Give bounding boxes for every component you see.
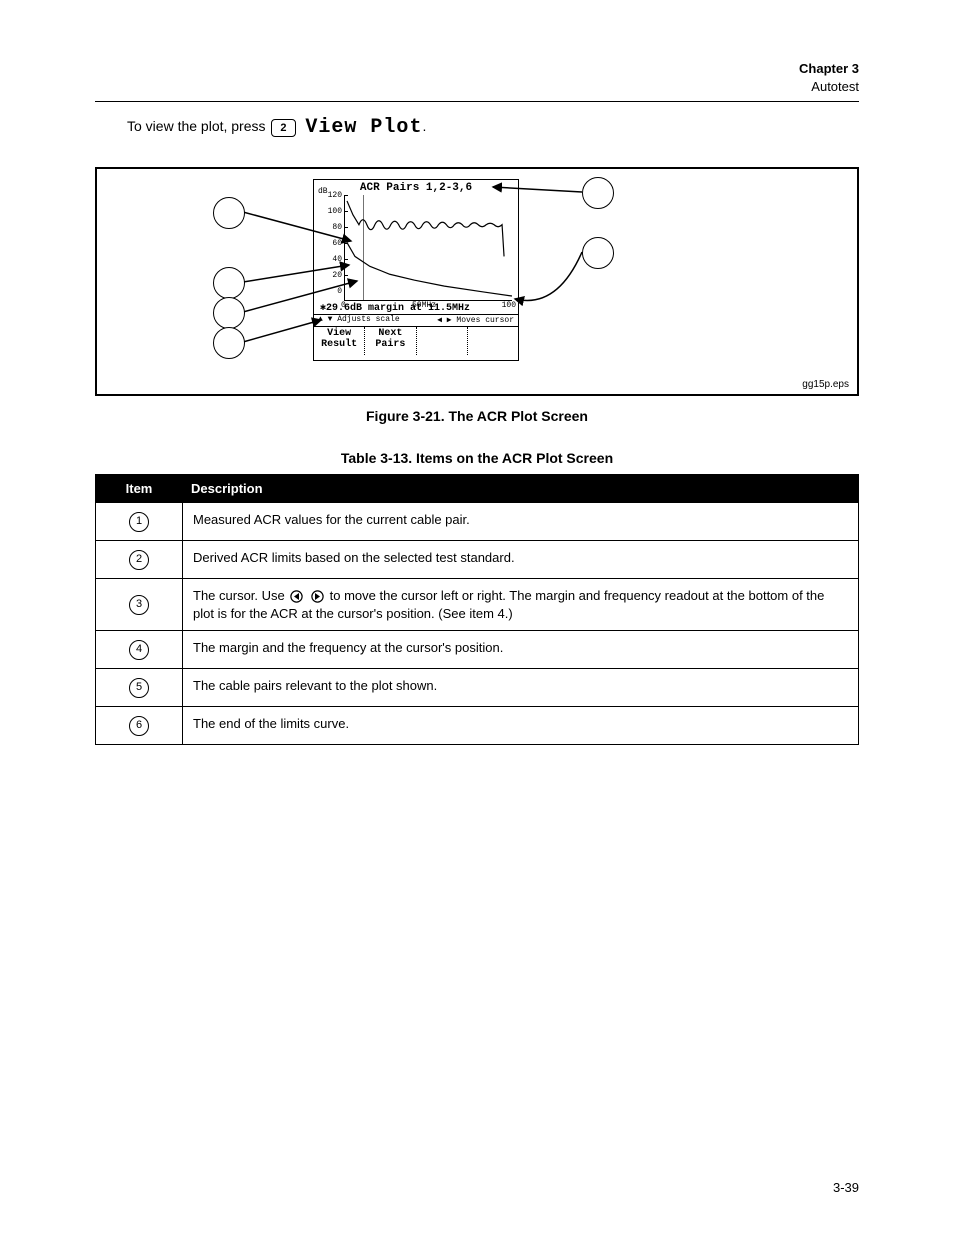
item-desc-4: The margin and the frequency at the curs… [183,631,859,669]
softkey-label-viewplot: View Plot [305,116,422,139]
callout-1 [213,197,245,229]
left-arrow-icon [290,590,303,603]
th-item: Item [96,475,183,503]
item-num-5: 5 [129,678,149,698]
table-row: 5 The cable pairs relevant to the plot s… [96,669,859,707]
figure-caption: Figure 3-21. The ACR Plot Screen [95,408,859,424]
table-row: 2 Derived ACR limits based on the select… [96,541,859,579]
table-row: 3 The cursor. Use to move the cursor lef… [96,579,859,631]
item-desc-2: Derived ACR limits based on the selected… [183,541,859,579]
instruction-prefix: To view the plot, press [127,118,269,134]
item-num-4: 4 [129,640,149,660]
item-desc-5: The cable pairs relevant to the plot sho… [183,669,859,707]
item-desc-6: The end of the limits curve. [183,707,859,745]
figure-frame: ACR Pairs 1,2-3,6 dB 120 100 80 60 40 20… [95,167,859,396]
item-desc-1: Measured ACR values for the current cabl… [183,503,859,541]
table-row: 1 Measured ACR values for the current ca… [96,503,859,541]
callout-5 [582,177,614,209]
item-desc-3: The cursor. Use to move the cursor left … [183,579,859,631]
chapter-title: Autotest [95,78,859,96]
callout-connectors [97,169,861,394]
instruction-suffix: . [422,118,426,134]
key-2: 2 [271,119,295,137]
desc3-pre: The cursor. Use [193,588,288,603]
chapter-header: Chapter 3 Autotest [95,60,859,95]
page-number: 3-39 [833,1180,859,1195]
table-row: 4 The margin and the frequency at the cu… [96,631,859,669]
header-rule [95,101,859,102]
items-table: Item Description 1 Measured ACR values f… [95,474,859,745]
callout-3 [213,297,245,329]
instruction-line: To view the plot, press 2 View Plot. [127,116,859,139]
right-arrow-icon [311,590,324,603]
callout-2 [213,267,245,299]
item-num-6: 6 [129,716,149,736]
item-num-1: 1 [129,512,149,532]
item-num-2: 2 [129,550,149,570]
th-desc: Description [183,475,859,503]
callout-6 [582,237,614,269]
table-row: 6 The end of the limits curve. [96,707,859,745]
chapter-number: Chapter 3 [95,60,859,78]
callout-4 [213,327,245,359]
table-caption: Table 3-13. Items on the ACR Plot Screen [95,450,859,466]
item-num-3: 3 [129,595,149,615]
